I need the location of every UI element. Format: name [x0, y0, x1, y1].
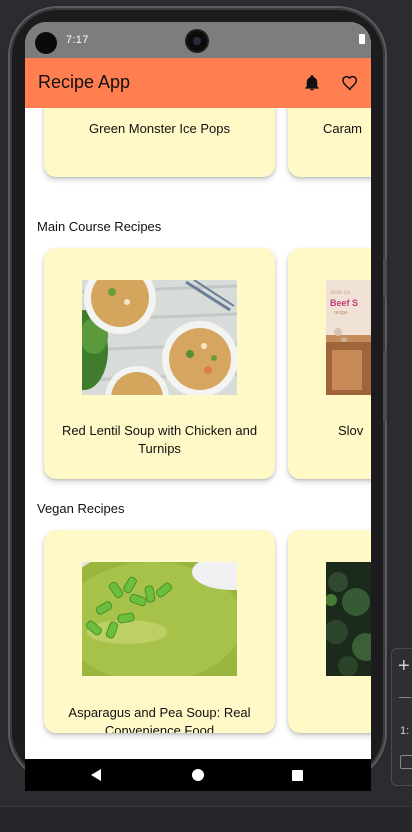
front-camera-icon [187, 31, 207, 51]
zoom-in-icon[interactable]: + [398, 655, 410, 678]
home-icon[interactable] [192, 769, 204, 781]
camera-hole-icon [35, 32, 57, 54]
zoom-ratio: 1: [400, 725, 410, 737]
section-title-vegan: Vegan Recipes [37, 501, 125, 516]
app-title: Recipe App [38, 72, 131, 92]
battery-icon [359, 34, 365, 44]
emulator-side-panel: + 1: [391, 648, 412, 786]
lentil-soup-bowls-photo [82, 280, 237, 395]
back-icon[interactable] [91, 769, 101, 781]
recipe-card-title: Green Monster Ice Pops [89, 121, 230, 136]
recipe-card[interactable]: slow co Beef S recipe Slov [288, 248, 371, 479]
recipe-card[interactable]: Asparagus and Pea Soup: Real Convenience… [44, 530, 275, 733]
svg-text:recipe: recipe [334, 310, 348, 316]
recipe-card-title: Asparagus and Pea Soup: Real Convenience… [68, 705, 251, 733]
screenshot-icon[interactable] [400, 755, 412, 769]
power-button[interactable] [383, 350, 387, 422]
recipe-card[interactable] [288, 530, 371, 733]
asparagus-pea-soup-photo [82, 562, 237, 676]
status-bar: 7:17 [25, 22, 371, 58]
app-bar: Recipe App [25, 58, 371, 108]
status-time: 7:17 [66, 34, 89, 46]
recent-apps-icon[interactable] [292, 770, 303, 781]
system-nav-bar [25, 759, 371, 791]
emulator-bottom-strip [0, 806, 412, 832]
recipe-card[interactable]: Caram [288, 108, 371, 177]
section-title-main-course: Main Course Recipes [37, 219, 162, 234]
kale-photo [326, 562, 371, 676]
image-caption: Beef S [330, 298, 358, 308]
notifications-bell-icon[interactable] [303, 74, 321, 92]
phone-screen: 7:17 Recipe App Green Monster Ice Pops C… [25, 22, 371, 759]
recipe-card-title: Caram [323, 121, 363, 136]
recipe-card-title: Red Lentil Soup with Chicken and Turnips [61, 423, 258, 456]
divider [399, 697, 411, 698]
recipe-card[interactable]: Green Monster Ice Pops [44, 108, 275, 177]
slow-cooker-beef-photo: slow co Beef S recipe [326, 280, 371, 395]
volume-button[interactable] [383, 258, 387, 298]
recipe-list[interactable]: Green Monster Ice Pops Caram Main Course… [25, 108, 371, 759]
svg-text:slow co: slow co [330, 290, 351, 296]
recipe-card-title: Slov [338, 423, 364, 438]
favorites-heart-icon[interactable] [341, 74, 359, 92]
recipe-card[interactable]: Red Lentil Soup with Chicken and Turnips [44, 248, 275, 479]
